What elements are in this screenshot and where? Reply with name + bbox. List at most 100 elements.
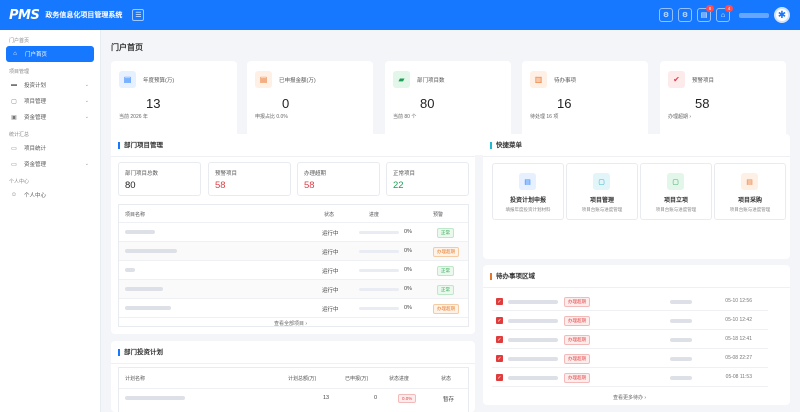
checkbox-icon[interactable]: ✓ — [496, 355, 503, 362]
table-row[interactable]: 运行中 0% 办理超期 — [119, 298, 468, 317]
redacted-name — [125, 268, 135, 272]
checkbox-icon[interactable]: ✓ — [496, 374, 503, 381]
dept-box-normal[interactable]: 正常项目 22 — [386, 162, 469, 196]
settings-icon[interactable]: ⚙ — [659, 8, 673, 22]
notification-icon[interactable]: ⌂ 4 — [716, 5, 733, 22]
box-label: 正常项目 — [393, 171, 416, 177]
todo-item[interactable]: ✓ 办理超期 05-10 12:42 — [492, 311, 768, 330]
quick-title: 项目管理 — [589, 198, 614, 204]
sidebar-group-portal: 门户首页 — [9, 38, 30, 44]
stat-label: 已申报金额(万) — [279, 78, 316, 84]
redacted-name — [125, 287, 163, 291]
sidebar: 门户首页 ⌂ 门户首页 项目管理 ▬ 投资计划 ⌄ ▢ 项目管理 ⌄ ▣ 资金管理 ⌄ 统计汇… — [0, 30, 101, 412]
redacted-title — [508, 338, 558, 342]
quick-project-mgmt[interactable]: ▢ 项目管理 项目台账与进度管理 — [566, 163, 638, 220]
table-row[interactable]: 运行中 0% 正常 — [119, 260, 468, 279]
table-row[interactable]: 运行中 0% 正常 — [119, 222, 468, 241]
table-row[interactable]: 运行中 0% 正常 — [119, 279, 468, 298]
checkbox-icon[interactable]: ✓ — [496, 298, 503, 305]
sidebar-item-label: 项目统计 — [24, 146, 47, 152]
dept-project-table: 项目名称 状态 进度 预警 运行中 0% 正常 运行中 0% 办理超期 运行中 0% 正常 … — [118, 204, 469, 327]
redacted-name — [125, 249, 177, 253]
checkbox-icon[interactable]: ✓ — [496, 336, 503, 343]
sidebar-group-stats: 统计汇总 — [9, 132, 30, 138]
quick-invest-declare[interactable]: ▤ 投资计划申报 填报年度投资计划材料 — [492, 163, 564, 220]
table-row[interactable]: 13 0 0.0% 暂存 — [119, 388, 468, 407]
sidebar-item-label: 个人中心 — [24, 193, 47, 199]
home-icon: ⌂ — [13, 51, 17, 57]
chevron-down-icon: ⌄ — [84, 161, 89, 167]
todo-date: 05-10 12:56 — [725, 298, 752, 304]
sidebar-item-home[interactable]: ⌂ 门户首页 — [6, 46, 94, 62]
view-all-projects-link[interactable]: 查看全部项目 › — [274, 320, 307, 327]
stat-value: 0 — [282, 96, 290, 111]
status-badge: 办理超期 — [564, 297, 590, 307]
row-status: 运行中 — [322, 307, 339, 313]
chart-icon: ▭ — [11, 145, 17, 152]
quick-project-setup[interactable]: ▢ 项目立项 项目台账与进度管理 — [640, 163, 712, 220]
todo-item[interactable]: ✓ 办理超期 05-08 22:27 — [492, 349, 768, 368]
dept-box-warning[interactable]: 预警项目 58 — [208, 162, 291, 196]
panel-title: 部门投资计划 — [118, 349, 163, 356]
status-badge: 办理超期 — [564, 316, 590, 326]
col-header-declared: 已申报(万) — [345, 376, 369, 382]
briefcase-icon: ▬ — [11, 82, 17, 88]
box-value: 58 — [215, 180, 226, 191]
stat-label: 预警项目 — [692, 78, 715, 84]
quick-title: 项目采购 — [737, 198, 762, 204]
avatar[interactable]: ✱ — [774, 7, 790, 23]
stat-label: 年度预算(万) — [143, 78, 175, 84]
quick-project-purchase[interactable]: ▤ 项目采购 项目台账与进度管理 — [714, 163, 786, 220]
dept-box-overdue[interactable]: 办理超期 58 — [297, 162, 380, 196]
sidebar-item-fund-stats[interactable]: ▭ 资金管理 ⌄ — [0, 156, 100, 172]
menu-toggle-icon[interactable]: ☰ — [132, 9, 145, 21]
sidebar-item-fund-mgmt[interactable]: ▣ 资金管理 ⌄ — [0, 109, 100, 125]
username-redacted[interactable] — [739, 12, 769, 18]
row-progress: 0% — [404, 286, 412, 292]
todo-item[interactable]: ✓ 办理超期 05-08 11:53 — [492, 368, 768, 387]
sidebar-item-label: 门户首页 — [25, 52, 48, 58]
status-badge: 办理超期 — [564, 354, 590, 364]
folder-icon: ▢ — [593, 173, 610, 190]
table-footer: 查看全部项目 › — [119, 317, 468, 327]
redacted-title — [508, 357, 558, 361]
sidebar-item-invest-plan[interactable]: ▬ 投资计划 ⌄ — [0, 77, 100, 93]
redacted-owner — [670, 300, 692, 304]
todo-item[interactable]: ✓ 办理超期 05-18 12:41 — [492, 330, 768, 349]
sidebar-item-project-stats[interactable]: ▭ 项目统计 — [0, 140, 100, 156]
table-row[interactable]: 运行中 0% 办理超期 — [119, 241, 468, 260]
view-more-todo-link[interactable]: 查看更多待办 › — [613, 394, 646, 401]
stat-sub: 当前 80 个 — [393, 114, 417, 120]
message-icon[interactable]: ▤ 8 — [697, 5, 714, 22]
checkbox-icon[interactable]: ✓ — [496, 317, 503, 324]
monitor-icon: ▭ — [11, 161, 17, 168]
notification-badge: 4 — [725, 5, 733, 12]
system-title: 政务信息化项目管理系统 — [45, 12, 123, 19]
stat-sub: 申报占比 0.0% — [255, 114, 288, 120]
status-badge: 办理超期 — [433, 304, 459, 314]
quick-sub: 项目台账与进度管理 — [655, 207, 697, 212]
notification-glyph: ⌂ — [720, 11, 726, 19]
todo-item[interactable]: ✓ 办理超期 05-10 12:56 — [492, 292, 768, 311]
chevron-down-icon: ⌄ — [84, 114, 89, 120]
col-header-status-progress: 状态进度 — [389, 376, 410, 382]
progress-bar — [359, 287, 399, 291]
col-header-amount: 计划总额(万) — [288, 376, 317, 382]
lock-icon: ▢ — [667, 173, 684, 190]
todo-date: 05-08 22:27 — [725, 355, 752, 361]
row-status: 运行中 — [322, 288, 339, 294]
col-header-name: 项目名称 — [125, 212, 146, 218]
row-state: 暂存 — [443, 397, 455, 403]
sidebar-item-personal[interactable]: ☺ 个人中心 — [0, 187, 100, 203]
quick-sub: 填报年度投资计划材料 — [505, 207, 551, 212]
panel-title: 快捷菜单 — [490, 142, 522, 149]
progress-bar — [359, 268, 399, 272]
stat-value: 80 — [420, 96, 435, 111]
stat-label: 部门项目数 — [417, 78, 445, 84]
row-progress: 0% — [404, 248, 412, 254]
sidebar-item-project-mgmt[interactable]: ▢ 项目管理 ⌄ — [0, 93, 100, 109]
dept-box-total[interactable]: 部门项目总数 80 — [118, 162, 201, 196]
gear-icon[interactable]: ⚙ — [678, 8, 692, 22]
main-content: 门户首页 ▤ 年度预算(万) 13 当前 2026 年 ▤ 已申报金额(万) 0… — [101, 30, 800, 412]
sidebar-group-project: 项目管理 — [9, 69, 30, 75]
